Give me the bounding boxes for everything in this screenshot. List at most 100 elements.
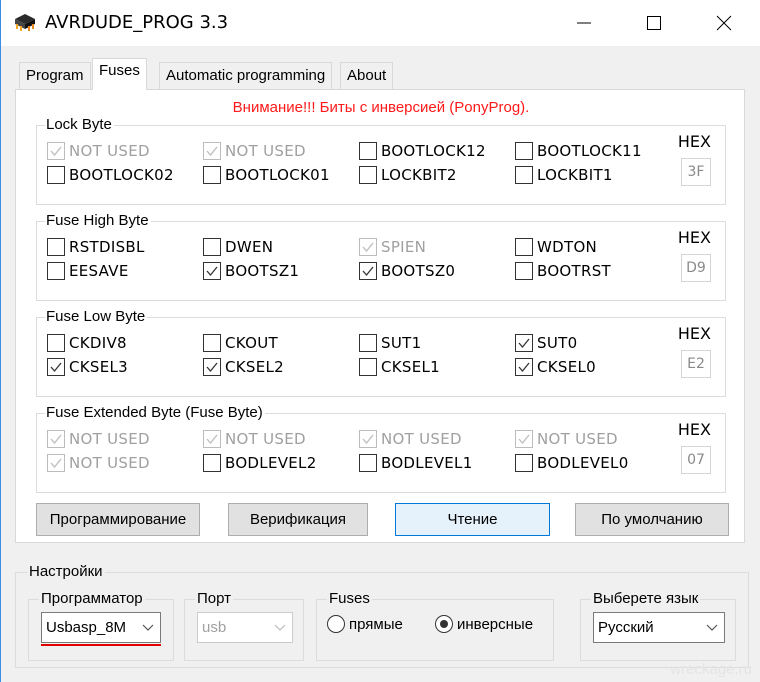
fuse-bit-checkbox: NOT USED [203,141,306,161]
fuse-bit-checkbox[interactable]: EESAVE [47,261,129,281]
fuse-bit-checkbox[interactable]: DWEN [203,237,273,257]
checkbox-label: BOOTLOCK12 [381,142,486,160]
checkbox-label: NOT USED [381,430,462,448]
chip-icon [15,14,35,31]
fuse-bit-checkbox[interactable]: CKSEL1 [359,357,440,377]
checkbox-checked-icon [359,238,377,256]
verify-button[interactable]: Верификация [228,503,368,536]
checkbox-checked-icon [359,430,377,448]
checkbox-unchecked-icon [515,454,533,472]
checkbox-label: SUT1 [381,334,422,352]
checkbox-label: NOT USED [69,142,150,160]
programmer-group: Программатор Usbasp_8M [28,590,174,661]
fuses-tab-panel: Внимание!!! Биты с инверсией (PonyProg).… [15,89,745,543]
checkbox-label: BOOTSZ1 [225,262,300,280]
hex-value-field[interactable]: D9 [681,254,711,282]
checkbox-checked-icon [203,262,221,280]
fuses-mode-label: Fuses [327,590,372,608]
checkbox-label: CKDIV8 [69,334,127,352]
hex-value-field[interactable]: 07 [681,446,711,474]
checkbox-label: SPIEN [381,238,427,256]
fuse-bit-checkbox: NOT USED [47,453,150,473]
fuse-bit-checkbox[interactable]: RSTDISBL [47,237,145,257]
tab-fuses[interactable]: Fuses [92,58,147,90]
radio-circle [327,615,345,633]
port-group: Порт usb [184,590,304,661]
fuse-bit-checkbox[interactable]: CKDIV8 [47,333,127,353]
fuse-bit-checkbox: NOT USED [359,429,462,449]
minimize-icon [577,22,591,24]
checkbox-label: LOCKBIT1 [537,166,613,184]
checkbox-label: WDTON [537,238,598,256]
fuse-bit-checkbox[interactable]: BODLEVEL1 [359,453,473,473]
radio-circle-selected [435,615,453,633]
fuse-bit-checkbox[interactable]: BOOTRST [515,261,611,281]
fuse-bit-checkbox[interactable]: CKSEL2 [203,357,284,377]
hex-value-field[interactable]: 3F [681,158,711,186]
minimize-button[interactable] [561,0,607,46]
programmer-value: Usbasp_8M [46,619,127,636]
fuse-bit-checkbox[interactable]: BOOTLOCK11 [515,141,642,161]
checkbox-checked-icon [515,358,533,376]
hex-label: HEX [677,324,711,343]
maximize-button[interactable] [631,0,677,46]
close-icon [716,15,732,31]
checkbox-label: BOOTRST [537,262,612,280]
close-button[interactable] [701,0,747,46]
chevron-down-icon [274,624,286,631]
read-button[interactable]: Чтение [395,503,550,536]
maximize-icon [647,16,661,30]
fuse-bit-checkbox[interactable]: BODLEVEL0 [515,453,629,473]
fuse-bit-checkbox[interactable]: WDTON [515,237,597,257]
radio-label: прямые [349,615,403,633]
chevron-down-icon [142,624,154,631]
checkbox-unchecked-icon [359,334,377,352]
checkbox-checked-icon [515,334,533,352]
checkbox-unchecked-icon [359,454,377,472]
fuse-bit-checkbox[interactable]: SUT1 [359,333,421,353]
program-button[interactable]: Программирование [36,503,200,536]
checkbox-label: NOT USED [69,454,150,472]
checkbox-label: CKSEL1 [381,358,441,376]
checkbox-label: BODLEVEL1 [381,454,473,472]
fuse-bit-checkbox[interactable]: CKSEL3 [47,357,128,377]
checkbox-label: LOCKBIT2 [381,166,457,184]
checkbox-label: RSTDISBL [69,238,145,256]
checkbox-unchecked-icon [203,454,221,472]
tab-about[interactable]: About [340,62,394,89]
programmer-select[interactable]: Usbasp_8M [41,612,161,643]
tab-program[interactable]: Program [19,62,91,89]
checkbox-unchecked-icon [47,238,65,256]
fuse-bit-checkbox: SPIEN [359,237,426,257]
hex-value-field[interactable]: E2 [681,350,711,378]
fuse-bit-checkbox[interactable]: CKSEL0 [515,357,596,377]
fuse-bit-checkbox[interactable]: BOOTLOCK02 [47,165,174,185]
checkbox-unchecked-icon [359,142,377,160]
title-bar[interactable]: AVRDUDE_PROG 3.3 [1,0,760,46]
checkbox-label: NOT USED [225,430,306,448]
fuse-bit-checkbox[interactable]: LOCKBIT1 [515,165,613,185]
default-button[interactable]: По умолчанию [575,503,729,536]
fuse-bit-checkbox[interactable]: BOOTLOCK01 [203,165,330,185]
fuse-bit-checkbox[interactable]: CKOUT [203,333,278,353]
fuse-bit-checkbox[interactable]: BOOTSZ0 [359,261,455,281]
fuse-bit-checkbox[interactable]: BODLEVEL2 [203,453,317,473]
fuse-bit-checkbox: NOT USED [47,141,150,161]
checkbox-label: CKOUT [225,334,278,352]
fuse-bit-checkbox[interactable]: SUT0 [515,333,577,353]
language-select[interactable]: Русский [593,612,725,643]
tab-automatic-programming[interactable]: Automatic programming [159,62,333,89]
checkbox-unchecked-icon [515,262,533,280]
checkbox-checked-icon [47,142,65,160]
checkbox-unchecked-icon [47,166,65,184]
checkbox-label: BOOTLOCK11 [537,142,642,160]
fuse-bit-checkbox[interactable]: BOOTLOCK12 [359,141,486,161]
radio-direct[interactable]: прямые [327,615,403,633]
fuse-bit-checkbox[interactable]: LOCKBIT2 [359,165,457,185]
tab-label: About [347,67,387,84]
hex-label: HEX [677,132,711,151]
radio-inverse[interactable]: инверсные [435,615,533,633]
port-select[interactable]: usb [197,612,293,643]
fuse-bit-checkbox[interactable]: BOOTSZ1 [203,261,299,281]
checkbox-unchecked-icon [203,166,221,184]
